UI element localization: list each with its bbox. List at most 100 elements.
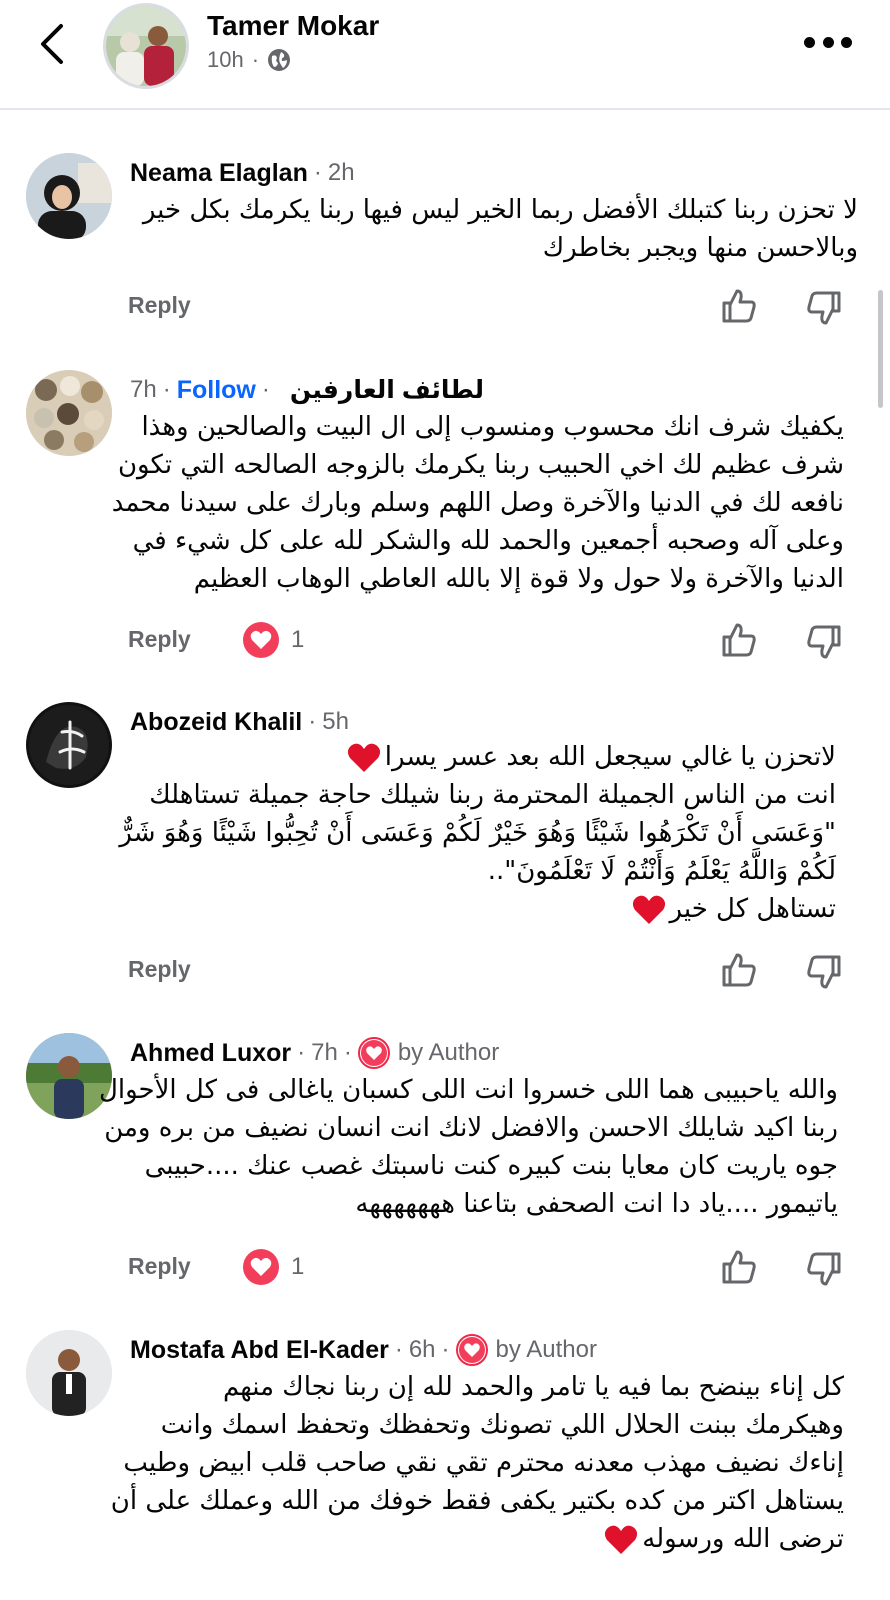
comment-meta: Mostafa Abd El-Kader · 6h · by Author [130, 1333, 597, 1367]
comment-time: 5h [322, 708, 349, 735]
comment-line-with-emoji: تستاهل كل خير [128, 890, 836, 928]
comment-text: لاتحزن يا غالي سيجعل الله بعد عسر يسرا ا… [119, 738, 836, 928]
thumbs-down-icon[interactable] [804, 952, 844, 992]
comment-author[interactable]: لطائف العارفين [290, 375, 484, 405]
comment-time: 7h [311, 1039, 338, 1066]
reply-button[interactable]: Reply [128, 292, 191, 319]
comment-line: الدنيا والآخرة ولا حول ولا قوة إلا بالله… [193, 564, 844, 594]
comment-text: والله ياحبيبى هما اللى خسروا انت اللى كس… [98, 1071, 838, 1223]
heart-icon [458, 1337, 485, 1363]
comment-line: نافعه لك في الدنيا والآخرة وصل اللهم وسل… [111, 488, 844, 518]
comment-line: شرف عظيم لك اخي الحبيب ربنا يكرمك بالزوج… [117, 450, 844, 480]
comment-line: وهيكرمك ببنت الحلال اللي تصونك وتحفظك وت… [160, 1410, 844, 1440]
comment-line: تستاهل كل خير [669, 894, 836, 924]
post-author-name[interactable]: Tamer Mokar [207, 10, 379, 42]
back-button[interactable] [26, 16, 76, 72]
red-heart-icon [605, 1525, 638, 1554]
more-dot [822, 36, 834, 48]
more-options-button[interactable] [804, 30, 852, 54]
comment-author[interactable]: Neama Elaglan [130, 159, 308, 188]
comment-actions: Reply 1 [0, 620, 890, 664]
reaction-summary[interactable]: 1 [243, 1249, 304, 1285]
thumbs-up-icon[interactable] [719, 950, 759, 990]
thumbs-up-icon[interactable] [719, 620, 759, 660]
thumbs-up-icon[interactable] [719, 286, 759, 326]
heart-icon [360, 1040, 387, 1066]
thumbs-down-icon[interactable] [804, 622, 844, 662]
comment-line: كل إناء بينضح بما فيه يا تامر والحمد لله… [222, 1372, 844, 1402]
heart-icon [243, 622, 279, 658]
globe-icon [268, 49, 291, 71]
post-header: Tamer Mokar 10h · [0, 0, 890, 110]
post-author-avatar[interactable] [103, 3, 189, 89]
comment-author[interactable]: Abozeid Khalil [130, 708, 302, 737]
comment-time: 6h [408, 1336, 436, 1363]
comment-line: يكفيك شرف انك محسوب ومنسوب إلى ال البيت … [141, 412, 844, 442]
comment-line: ترضى الله ورسوله [642, 1524, 844, 1554]
comment-meta: Ahmed Luxor · 7h · by Author [130, 1036, 499, 1070]
thumbs-down-icon[interactable] [804, 1249, 844, 1289]
meta-separator: · [308, 708, 317, 735]
comment-line-with-emoji: ترضى الله ورسوله [128, 1520, 844, 1558]
comment-actions: Reply [0, 950, 890, 994]
comment-time: 2h [327, 159, 355, 186]
thumbs-up-icon[interactable] [719, 1247, 759, 1287]
back-arrow-icon [41, 24, 63, 64]
comment-author[interactable]: Mostafa Abd El-Kader [130, 1336, 389, 1365]
heart-icon [243, 1249, 279, 1285]
avatar[interactable] [26, 702, 112, 788]
avatar[interactable] [26, 153, 112, 239]
comment-meta: Abozeid Khalil · 5h [130, 705, 349, 739]
comment-actions: Reply [0, 286, 890, 330]
meta-separator: · [313, 159, 322, 186]
reply-button[interactable]: Reply [128, 1253, 191, 1280]
meta-separator: · [261, 376, 270, 403]
reaction-count: 1 [291, 1253, 305, 1280]
comment-line: لا تحزن ربنا كتبلك الأفضل ربما الخير ليس… [142, 195, 858, 225]
meta-separator: · [162, 376, 171, 403]
more-dots-icon [804, 36, 815, 48]
comment-line: يستاهل اكتر من كده بكتير يكفى فقط خوفك م… [110, 1486, 844, 1516]
comment-time: 7h [130, 376, 157, 403]
avatar[interactable] [26, 1330, 112, 1416]
more-dot [841, 36, 852, 48]
comment-line: ياتيمور ....ياد دا انت الصحفى بتاعنا ههه… [355, 1189, 838, 1219]
comment-line: ربنا اكيد شايلك الاحسن والافضل لانك انت … [104, 1113, 838, 1143]
comment-line-with-emoji: لاتحزن يا غالي سيجعل الله بعد عسر يسرا [128, 738, 836, 776]
meta-separator: · [343, 1039, 352, 1066]
comment-line: انت من الناس الجميلة المحترمة ربنا شيلك … [149, 780, 836, 810]
comment-meta: Neama Elaglan · 2h [130, 156, 355, 190]
comment-line: "وَعَسَى أَنْ تَكْرَهُوا شَيْئًا وَهُوَ … [119, 818, 836, 848]
post-time: 10h [207, 47, 244, 72]
comment-meta: 7h · Follow · لطائف العارفين [130, 373, 484, 407]
red-heart-icon [347, 743, 380, 772]
meta-separator: · [394, 1336, 403, 1363]
reply-button[interactable]: Reply [128, 956, 191, 983]
meta-separator: · [441, 1336, 450, 1363]
comment-line: جوه ياريت كان معايا بنت كبيره كنت ناسبتك… [144, 1151, 838, 1181]
comment-text: لا تحزن ربنا كتبلك الأفضل ربما الخير ليس… [128, 191, 858, 267]
comment-line: وعلى آله وصحبه أجمعين والحمد لله والشكر … [132, 526, 844, 556]
comment-line: لَكُمْ وَاللَّهُ يَعْلَمُ وَأَنْتُمْ لَا… [487, 856, 836, 886]
author-heart-badge [455, 1334, 488, 1366]
by-author-label: by Author [397, 1039, 500, 1066]
comment-line: والله ياحبيبى هما اللى خسروا انت اللى كس… [98, 1075, 838, 1105]
meta-separator: · [251, 47, 260, 72]
reaction-summary[interactable]: 1 [243, 622, 304, 658]
comment-line: لاتحزن يا غالي سيجعل الله بعد عسر يسرا [384, 742, 836, 772]
avatar[interactable] [26, 370, 112, 456]
follow-button[interactable]: Follow [177, 376, 256, 405]
reply-button[interactable]: Reply [128, 626, 191, 653]
post-meta: 10h · [207, 47, 291, 73]
comment-actions: Reply 1 [0, 1247, 890, 1291]
thumbs-down-icon[interactable] [804, 288, 844, 328]
comment-author[interactable]: Ahmed Luxor [130, 1039, 291, 1068]
comment-line: وبالاحسن منها ويجبر بخاطرك [542, 233, 858, 263]
red-heart-icon [632, 895, 665, 924]
author-heart-badge [357, 1037, 390, 1069]
comment-line: إناءك نضيف مهذب معدنه محترم تقي نقي صاحب… [123, 1448, 844, 1478]
comment-text: كل إناء بينضح بما فيه يا تامر والحمد لله… [110, 1368, 844, 1558]
by-author-label: by Author [495, 1336, 597, 1363]
reaction-count: 1 [291, 626, 305, 653]
comment-text: يكفيك شرف انك محسوب ومنسوب إلى ال البيت … [111, 408, 844, 598]
